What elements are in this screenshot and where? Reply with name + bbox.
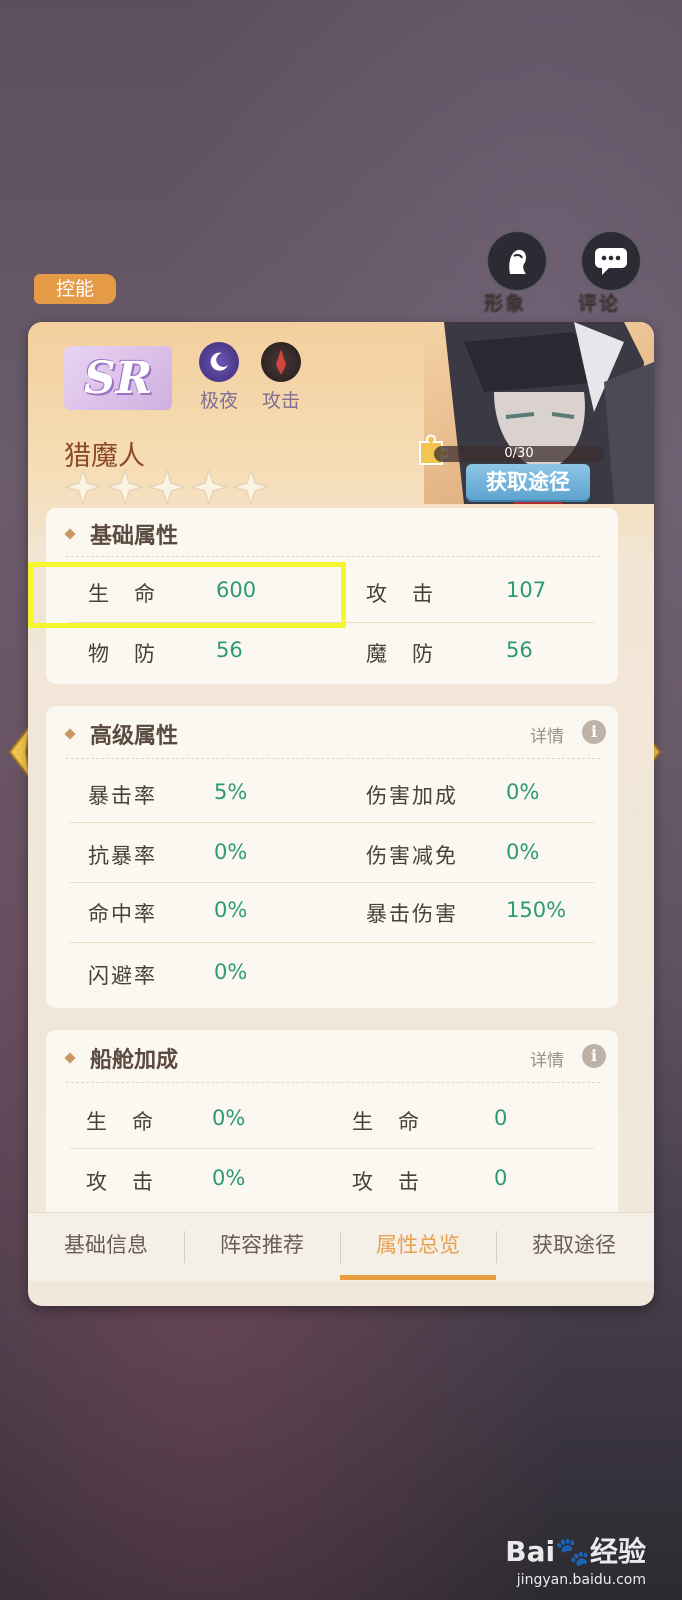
attr-label: 抗暴率	[88, 844, 157, 868]
attr-value: 0%	[212, 1106, 246, 1130]
attr-label: 生 命	[352, 1110, 421, 1134]
divider	[66, 1082, 600, 1083]
attr-label: 物 防	[88, 642, 157, 666]
row-divider	[70, 822, 594, 823]
attr-label: 暴击伤害	[366, 902, 458, 926]
attr-label: 攻 击	[86, 1170, 155, 1194]
attr-label: 命中率	[88, 902, 157, 926]
faction-badge[interactable]: 极夜	[194, 342, 244, 413]
moon-icon	[199, 342, 239, 382]
tab-attribute-overview[interactable]: 属性总览	[340, 1213, 496, 1281]
attr-value: 56	[216, 638, 243, 662]
row-divider	[70, 942, 594, 943]
tab-get-source[interactable]: 获取途径	[496, 1213, 652, 1281]
watermark: Bai🐾经验 jingyan.baidu.com	[505, 1530, 646, 1588]
star-icon	[106, 468, 144, 506]
attr-value: 0%	[214, 840, 248, 864]
row-divider	[70, 882, 594, 883]
section-bullet	[64, 528, 76, 540]
class-label: 攻击	[261, 390, 300, 412]
attr-value: 0%	[214, 898, 248, 922]
attr-label: 生 命	[86, 1110, 155, 1134]
row-divider	[70, 1148, 594, 1149]
attr-value: 0	[494, 1166, 508, 1190]
cabin-detail-link[interactable]: 详情	[530, 1046, 564, 1071]
tab-basic-info[interactable]: 基础信息	[28, 1213, 184, 1281]
attr-label: 攻 击	[352, 1170, 421, 1194]
attr-value: 0%	[214, 960, 248, 984]
attr-label: 闪避率	[88, 964, 157, 988]
advanced-attributes-card: 高级属性 详情 i 暴击率 5% 伤害加成 0% 抗暴率 0% 伤害减免 0% …	[46, 706, 618, 1008]
hero-detail-panel: SR 极夜 攻击 猎魔人 0/30 获取途径 基础属性 生 命 600 攻 击 …	[28, 322, 654, 1306]
star-icon	[64, 468, 102, 506]
watermark-url: jingyan.baidu.com	[516, 1572, 646, 1588]
watermark-brand: Bai	[505, 1535, 556, 1568]
attr-label: 暴击率	[88, 784, 157, 808]
star-rating	[64, 468, 270, 506]
attr-value: 0%	[212, 1166, 246, 1190]
cabin-bonus-card: 船舱加成 详情 i 生 命 0% 生 命 0 攻 击 0% 攻 击 0	[46, 1030, 618, 1230]
comment-button[interactable]: 评论	[578, 230, 644, 314]
appearance-button[interactable]: 形象	[484, 230, 550, 314]
star-icon	[148, 468, 186, 506]
info-icon[interactable]: i	[582, 720, 606, 744]
faction-label: 极夜	[199, 390, 238, 412]
class-badge[interactable]: 攻击	[256, 342, 306, 413]
rarity-badge: SR	[64, 346, 172, 410]
attr-value: 0	[494, 1106, 508, 1130]
cabin-bonus-title: 船舱加成	[90, 1048, 179, 1073]
sword-icon	[261, 342, 301, 382]
shard-progress: 0/30	[434, 446, 604, 462]
tab-lineup[interactable]: 阵容推荐	[184, 1213, 340, 1281]
portrait-icon	[486, 230, 548, 292]
role-tag: 控能	[34, 274, 116, 304]
section-bullet	[64, 1052, 76, 1064]
get-source-button[interactable]: 获取途径	[466, 464, 590, 500]
attr-value: 150%	[506, 898, 567, 922]
advanced-attributes-title: 高级属性	[90, 724, 179, 749]
paw-icon: 🐾	[555, 1535, 590, 1568]
bottom-tab-bar: 基础信息 阵容推荐 属性总览 获取途径	[28, 1212, 654, 1281]
star-icon	[232, 468, 270, 506]
divider	[66, 556, 600, 557]
rarity-text: SR	[83, 352, 153, 404]
highlight-box	[28, 562, 346, 628]
advanced-detail-link[interactable]: 详情	[530, 722, 564, 747]
chat-bubble-icon	[580, 230, 642, 292]
section-bullet	[64, 728, 76, 740]
basic-attributes-title: 基础属性	[90, 524, 179, 549]
info-icon[interactable]: i	[582, 1044, 606, 1068]
attr-value: 56	[506, 638, 533, 662]
appearance-label: 形象	[484, 292, 527, 314]
attr-label: 攻 击	[366, 582, 435, 606]
star-icon	[190, 468, 228, 506]
active-tab-indicator	[340, 1275, 496, 1280]
attr-value: 0%	[506, 840, 540, 864]
divider	[66, 758, 600, 759]
attr-label: 伤害加成	[366, 784, 458, 808]
comment-label: 评论	[578, 292, 621, 314]
watermark-brand-suffix: 经验	[589, 1535, 646, 1568]
attr-value: 5%	[214, 780, 248, 804]
attr-value: 0%	[506, 780, 540, 804]
attr-value: 107	[506, 578, 547, 602]
attr-label: 伤害减免	[366, 844, 458, 868]
attr-label: 魔 防	[366, 642, 435, 666]
